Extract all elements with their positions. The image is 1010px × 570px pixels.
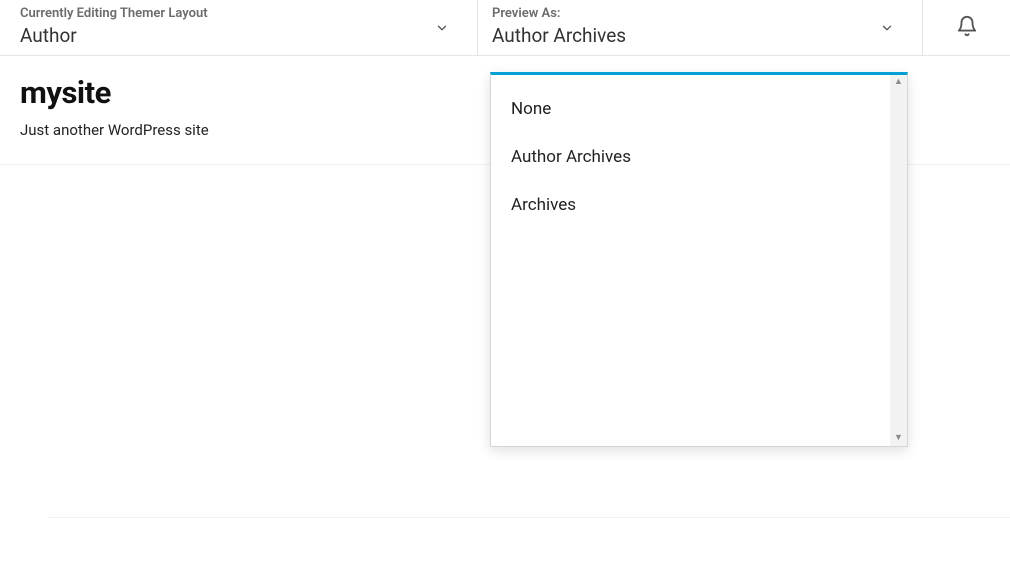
dropdown-item-author-archives[interactable]: Author Archives [491, 133, 890, 181]
divider [48, 517, 1010, 518]
scrollbar[interactable]: ▲ ▼ [890, 75, 907, 446]
notifications-button[interactable] [922, 0, 1010, 55]
scroll-up-arrow-icon[interactable]: ▲ [894, 78, 903, 87]
preview-selector[interactable]: Preview As: Author Archives [477, 0, 922, 55]
preview-label: Preview As: [492, 6, 902, 22]
editing-label: Currently Editing Themer Layout [20, 6, 457, 22]
scroll-down-arrow-icon[interactable]: ▼ [894, 434, 903, 443]
editing-selector[interactable]: Currently Editing Themer Layout Author [0, 0, 477, 55]
preview-value: Author Archives [492, 23, 902, 49]
bell-icon [956, 15, 978, 41]
dropdown-item-none[interactable]: None [491, 85, 890, 133]
editing-value: Author [20, 23, 457, 49]
preview-dropdown: None Author Archives Archives ▲ ▼ [490, 72, 908, 447]
chevron-down-icon [435, 21, 449, 35]
dropdown-list: None Author Archives Archives [491, 75, 890, 446]
chevron-down-icon [880, 21, 894, 35]
dropdown-item-archives[interactable]: Archives [491, 181, 890, 229]
top-bar: Currently Editing Themer Layout Author P… [0, 0, 1010, 56]
